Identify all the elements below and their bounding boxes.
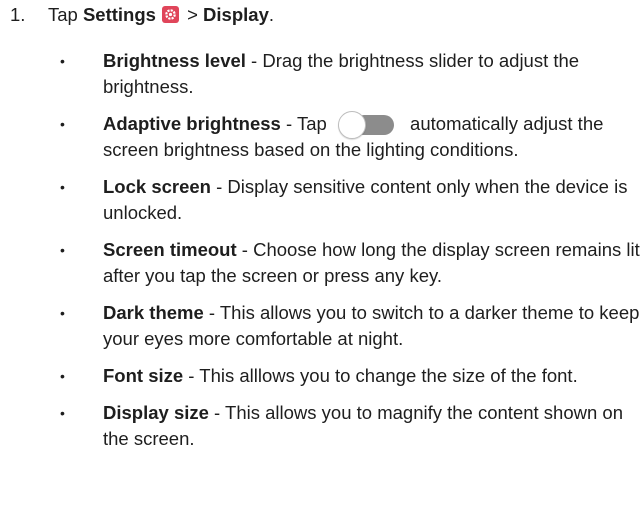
list-item-display-size: • Display size - This allows you to magn…: [60, 400, 640, 452]
item-title: Display size: [103, 402, 209, 423]
display-settings-list: • Brightness level - Drag the brightness…: [60, 48, 640, 463]
item-title: Lock screen: [103, 176, 211, 197]
step-separator: >: [181, 4, 204, 25]
toggle-switch-icon: [337, 111, 395, 139]
item-title: Dark theme: [103, 302, 204, 323]
step-1: 1. Tap Settings > Display.: [10, 2, 630, 28]
list-item-brightness-level: • Brightness level - Drag the brightness…: [60, 48, 640, 100]
item-title: Adaptive brightness: [103, 113, 281, 134]
bullet-dot: •: [60, 405, 65, 421]
settings-label: Settings: [82, 4, 156, 25]
item-title: Font size: [103, 365, 184, 386]
settings-gear-icon: [161, 6, 179, 23]
item-text-before: - Tap: [280, 113, 332, 134]
list-item-dark-theme: • Dark theme - This allows you to switch…: [60, 300, 640, 352]
bullet-dot: •: [60, 305, 65, 321]
bullet-dot: •: [60, 53, 65, 69]
list-item-screen-timeout: • Screen timeout - Choose how long the d…: [60, 237, 640, 289]
bullet-dot: •: [60, 116, 65, 132]
bullet-dot: •: [60, 179, 65, 195]
step-number: 1.: [10, 4, 26, 25]
list-item-font-size: • Font size - This alllows you to change…: [60, 363, 640, 389]
item-text: - This alllows you to change the size of…: [183, 365, 578, 386]
list-item-adaptive-brightness: • Adaptive brightness - Tap automaticall…: [60, 111, 640, 163]
list-item-lock-screen: • Lock screen - Display sensitive conten…: [60, 174, 640, 226]
item-title: Screen timeout: [103, 239, 237, 260]
step-suffix: .: [268, 4, 274, 25]
toggle-knob: [337, 111, 366, 139]
display-label: Display: [203, 4, 269, 25]
bullet-dot: •: [60, 242, 65, 258]
instructions-page: 1. Tap Settings > Display. • Brightness l…: [0, 0, 643, 522]
step-prefix: Tap: [48, 4, 83, 25]
bullet-dot: •: [60, 368, 65, 384]
item-title: Brightness level: [103, 50, 246, 71]
